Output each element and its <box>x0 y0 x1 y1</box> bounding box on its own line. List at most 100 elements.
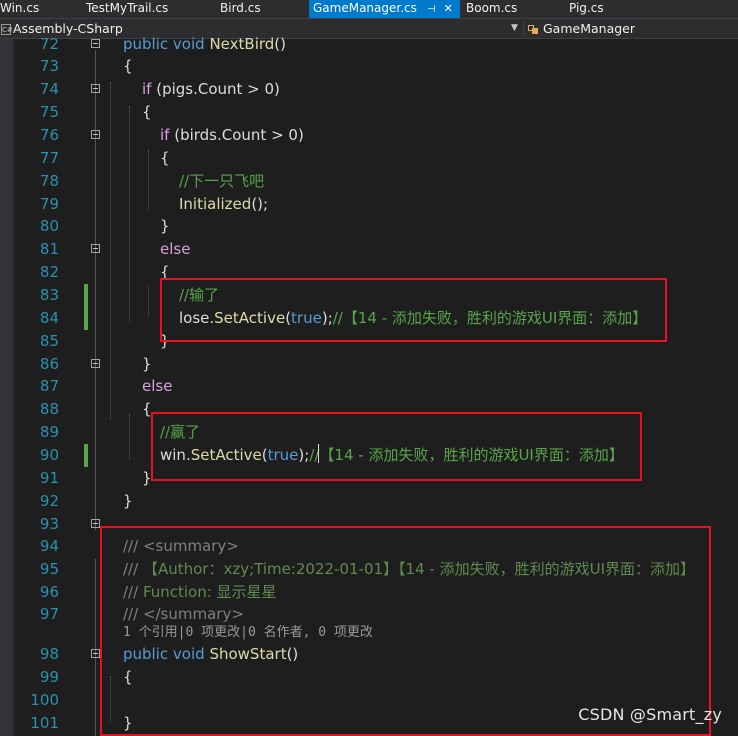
code-token: { <box>142 103 152 121</box>
code-text[interactable]: } <box>160 215 170 238</box>
code-text[interactable]: } <box>123 490 133 513</box>
line-number: 89 <box>39 423 59 441</box>
line-number: 72 <box>39 35 59 53</box>
code-line: 72 public void NextBird() <box>0 33 738 56</box>
tab-label: Pig.cs <box>569 1 604 15</box>
code-token: () <box>274 35 286 53</box>
code-line: 75 { <box>0 101 738 124</box>
code-line: 74 if (pigs.Count > 0) <box>0 78 738 101</box>
code-line: 80} <box>0 215 738 238</box>
line-number: 92 <box>39 492 59 510</box>
close-icon[interactable]: ✕ <box>444 2 453 15</box>
pin-icon[interactable]: ⊣ <box>427 4 436 15</box>
code-token: (); <box>251 195 269 213</box>
document-tab-bar: Win.cs TestMyTrail.cs Bird.cs GameManage… <box>0 0 738 18</box>
code-line: 86} <box>0 353 738 376</box>
code-text[interactable]: { <box>160 147 170 170</box>
code-text[interactable]: { <box>142 101 152 124</box>
tab-label: TestMyTrail.cs <box>86 1 169 15</box>
watermark: CSDN @Smart_zy <box>578 705 722 724</box>
code-text[interactable]: if (pigs.Count > 0) <box>142 78 280 101</box>
code-token: (birds.Count > 0) <box>169 126 304 144</box>
code-token: //下一只飞吧 <box>179 172 265 190</box>
code-line: 76 if (birds.Count > 0) <box>0 124 738 147</box>
code-text[interactable]: else <box>160 238 190 261</box>
code-text[interactable]: } <box>142 353 152 376</box>
line-number: 81 <box>39 240 59 258</box>
highlight-box <box>151 412 642 481</box>
code-token: } <box>160 217 170 235</box>
code-line: 79 Initialized(); <box>0 193 738 216</box>
change-marker <box>84 284 88 307</box>
line-number: 100 <box>30 691 59 709</box>
collapse-toggle-icon[interactable] <box>91 244 100 253</box>
line-number: 73 <box>39 57 59 75</box>
code-token: } <box>142 355 152 373</box>
tab-testmytrail-cs[interactable]: TestMyTrail.cs <box>82 0 212 18</box>
line-number: 98 <box>39 645 59 663</box>
change-marker <box>84 444 88 467</box>
line-number: 91 <box>39 469 59 487</box>
line-number: 87 <box>39 377 59 395</box>
line-number: 84 <box>39 309 59 327</box>
code-token: void <box>172 35 205 53</box>
code-line: 81 else <box>0 238 738 261</box>
tab-label: Bird.cs <box>220 1 261 15</box>
tab-label: Win.cs <box>0 1 40 15</box>
line-number: 93 <box>39 515 59 533</box>
line-number: 80 <box>39 217 59 235</box>
line-number: 75 <box>39 103 59 121</box>
tab-boom-cs[interactable]: Boom.cs <box>462 0 566 18</box>
line-number: 99 <box>39 668 59 686</box>
tab-pig-cs[interactable]: Pig.cs <box>565 0 738 18</box>
line-number: 85 <box>39 332 59 350</box>
code-token: NextBird <box>209 35 275 53</box>
code-line: 73 { <box>0 55 738 78</box>
line-number: 76 <box>39 126 59 144</box>
collapse-toggle-icon[interactable] <box>91 519 100 528</box>
code-text[interactable]: else <box>142 375 172 398</box>
line-number: 82 <box>39 263 59 281</box>
highlight-box <box>160 278 667 342</box>
code-token: Initialized <box>179 195 252 213</box>
collapse-toggle-icon[interactable] <box>91 39 100 48</box>
code-line: 87 else <box>0 375 738 398</box>
collapse-toggle-icon[interactable] <box>91 130 100 139</box>
line-number: 88 <box>39 400 59 418</box>
collapse-toggle-icon[interactable] <box>91 359 100 368</box>
line-number: 96 <box>39 583 59 601</box>
tab-gamemanager-cs[interactable]: GameManager.cs ⊣ ✕ <box>309 0 460 18</box>
code-text[interactable]: { <box>123 55 133 78</box>
code-line: 77 { <box>0 147 738 170</box>
code-token: { <box>123 57 133 75</box>
line-number: 94 <box>39 537 59 555</box>
tab-label: GameManager.cs <box>313 1 417 15</box>
code-line: 78 //下一只飞吧 <box>0 170 738 193</box>
code-token: } <box>123 492 133 510</box>
tab-win-cs[interactable]: Win.cs <box>0 0 78 18</box>
line-number: 101 <box>30 714 59 732</box>
line-number: 78 <box>39 172 59 190</box>
line-number: 90 <box>39 446 59 464</box>
tab-bird-cs[interactable]: Bird.cs <box>216 0 306 18</box>
text-caret <box>318 444 319 463</box>
code-token: else <box>160 240 191 258</box>
tab-label: Boom.cs <box>466 1 518 15</box>
line-number: 86 <box>39 355 59 373</box>
collapse-toggle-icon[interactable] <box>91 649 100 658</box>
change-marker <box>84 307 88 330</box>
code-text[interactable]: if (birds.Count > 0) <box>160 124 304 147</box>
line-number: 79 <box>39 195 59 213</box>
code-token: public <box>123 35 169 53</box>
code-text[interactable]: Initialized(); <box>179 193 268 216</box>
line-number: 83 <box>39 286 59 304</box>
line-number: 77 <box>39 149 59 167</box>
code-token: (pigs.Count > 0) <box>151 80 280 98</box>
line-number: 97 <box>39 605 59 623</box>
code-text[interactable]: //下一只飞吧 <box>179 170 264 193</box>
code-text[interactable]: public void NextBird() <box>123 33 286 56</box>
code-line: 92} <box>0 490 738 513</box>
collapse-toggle-icon[interactable] <box>91 84 100 93</box>
code-token: { <box>160 149 170 167</box>
line-number: 74 <box>39 80 59 98</box>
